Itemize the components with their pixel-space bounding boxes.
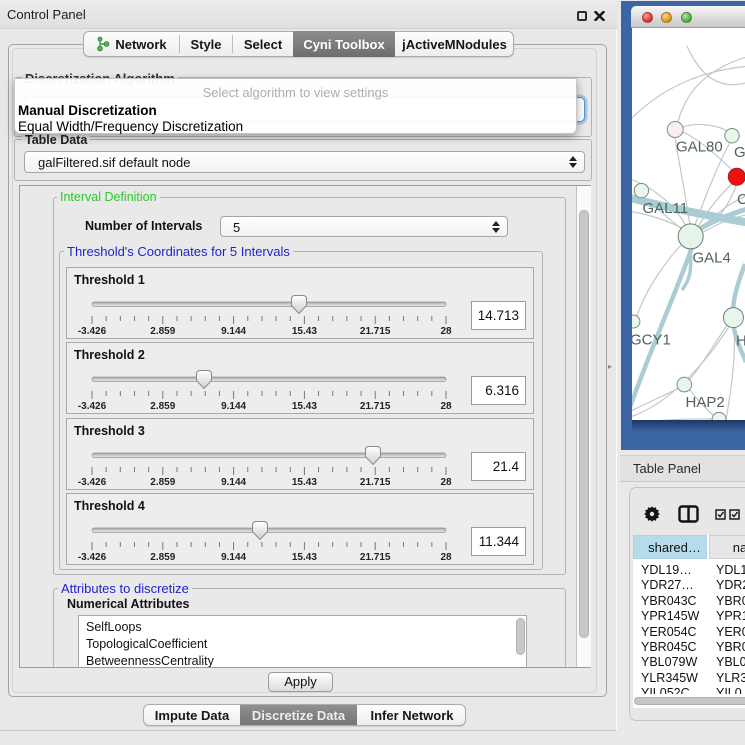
svg-text:-3.426: -3.426	[78, 552, 107, 563]
svg-text:9.144: 9.144	[221, 326, 246, 337]
svg-text:GAL4: GAL4	[693, 250, 731, 267]
svg-text:15.43: 15.43	[292, 326, 317, 337]
svg-text:21.715: 21.715	[360, 326, 391, 337]
svg-text:HAP2: HAP2	[686, 394, 725, 411]
svg-text:21.715: 21.715	[360, 477, 391, 488]
svg-text:H: H	[736, 333, 745, 350]
svg-text:9.144: 9.144	[221, 552, 246, 563]
svg-text:GAL3: GAL3	[734, 144, 745, 161]
svg-text:2.859: 2.859	[150, 477, 175, 488]
svg-text:GAL80: GAL80	[676, 139, 723, 156]
svg-text:28: 28	[440, 552, 452, 563]
svg-text:21.715: 21.715	[360, 401, 391, 412]
svg-text:15.43: 15.43	[292, 477, 317, 488]
svg-text:15.43: 15.43	[292, 552, 317, 563]
svg-text:-3.426: -3.426	[78, 401, 107, 412]
svg-text:GCY1: GCY1	[632, 332, 671, 349]
svg-text:15.43: 15.43	[292, 401, 317, 412]
svg-text:28: 28	[440, 401, 452, 412]
svg-text:GAL11: GAL11	[643, 200, 689, 217]
svg-text:C: C	[737, 191, 745, 208]
svg-text:21.715: 21.715	[360, 552, 391, 563]
svg-text:28: 28	[440, 477, 452, 488]
svg-text:-3.426: -3.426	[78, 326, 107, 337]
svg-text:9.144: 9.144	[221, 401, 246, 412]
svg-text:28: 28	[440, 326, 452, 337]
svg-text:-3.426: -3.426	[78, 477, 107, 488]
svg-text:2.859: 2.859	[150, 552, 175, 563]
svg-text:9.144: 9.144	[221, 477, 246, 488]
svg-text:2.859: 2.859	[150, 326, 175, 337]
svg-text:2.859: 2.859	[150, 401, 175, 412]
